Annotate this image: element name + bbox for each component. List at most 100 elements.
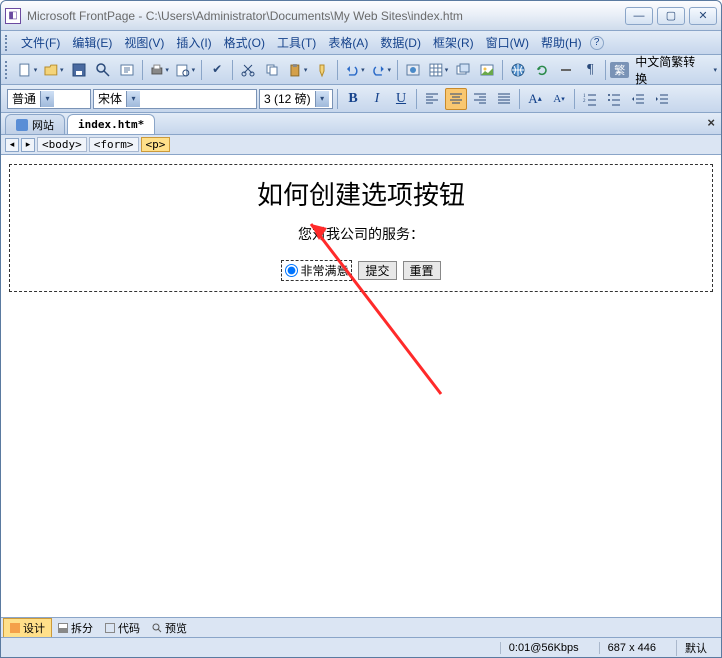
align-right-button[interactable] <box>469 88 491 110</box>
undo-button[interactable]: ▾ <box>342 59 366 81</box>
lang-toggle-button[interactable]: 中文简繁转换 <box>631 51 710 89</box>
numbered-list-button[interactable]: 12 <box>579 88 601 110</box>
radio-label: 非常满意 <box>300 262 348 279</box>
menu-insert[interactable]: 插入(I) <box>170 32 217 53</box>
web-component-button[interactable] <box>402 59 424 81</box>
style-value: 普通 <box>12 90 36 107</box>
separator <box>519 89 520 109</box>
tag-prev-button[interactable]: ◂ <box>5 138 19 152</box>
separator <box>142 60 143 80</box>
standard-toolbar: ▾ ▾ ▾ ▾ ✔ ▾ ▾ ▾ ▾ ¶ 繁 中文简繁转换▾ <box>1 55 721 85</box>
layer-button[interactable] <box>452 59 474 81</box>
separator <box>502 60 503 80</box>
view-code[interactable]: 代码 <box>99 619 146 637</box>
new-button[interactable]: ▾ <box>15 59 39 81</box>
preview-button[interactable]: ▾ <box>173 59 197 81</box>
tab-file[interactable]: index.htm* <box>67 114 155 134</box>
website-icon <box>16 119 28 131</box>
split-icon <box>58 623 68 633</box>
radio-input[interactable] <box>285 264 298 277</box>
increase-font-button[interactable]: A▴ <box>524 88 546 110</box>
show-all-button[interactable]: ¶ <box>579 59 601 81</box>
menu-data[interactable]: 数据(D) <box>374 32 427 53</box>
copy-button[interactable] <box>261 59 283 81</box>
view-preview[interactable]: 预览 <box>146 619 193 637</box>
stop-button[interactable] <box>555 59 577 81</box>
open-button[interactable]: ▾ <box>41 59 65 81</box>
menu-format[interactable]: 格式(O) <box>218 32 271 53</box>
svg-text:2: 2 <box>583 99 586 104</box>
titlebar: ◧ Microsoft FrontPage - C:\Users\Adminis… <box>1 1 721 31</box>
size-combo[interactable]: 3 (12 磅)▾ <box>259 89 333 109</box>
separator <box>201 60 202 80</box>
menu-view[interactable]: 视图(V) <box>118 32 170 53</box>
minimize-button[interactable]: — <box>625 7 653 25</box>
tab-close-button[interactable]: × <box>707 115 715 130</box>
statusbar: 0:01@56Kbps 687 x 446 默认 <box>1 637 721 657</box>
design-icon <box>10 623 20 633</box>
publish-button[interactable] <box>116 59 138 81</box>
table-button[interactable]: ▾ <box>426 59 450 81</box>
menubar-grip[interactable] <box>5 35 11 51</box>
hyperlink-button[interactable] <box>507 59 529 81</box>
submit-button[interactable]: 提交 <box>358 261 396 280</box>
page-heading[interactable]: 如何创建选项按钮 <box>20 175 702 212</box>
separator <box>416 89 417 109</box>
tag-form[interactable]: <form> <box>89 137 139 152</box>
reset-button[interactable]: 重置 <box>403 261 441 280</box>
preview-icon <box>152 623 162 633</box>
separator <box>337 60 338 80</box>
align-center-button[interactable] <box>445 88 467 110</box>
menu-help[interactable]: 帮助(H) <box>535 32 588 53</box>
image-button[interactable] <box>476 59 498 81</box>
italic-button[interactable]: I <box>366 88 388 110</box>
cut-button[interactable] <box>237 59 259 81</box>
toolbar-grip[interactable] <box>5 61 11 79</box>
font-combo[interactable]: 宋体▾ <box>93 89 257 109</box>
save-button[interactable] <box>68 59 90 81</box>
refresh-button[interactable] <box>531 59 553 81</box>
separator <box>574 89 575 109</box>
align-justify-button[interactable] <box>493 88 515 110</box>
form-container[interactable]: 如何创建选项按钮 您对我公司的服务： 非常满意 提交 重置 <box>9 164 713 292</box>
tab-website[interactable]: 网站 <box>5 114 65 134</box>
align-left-button[interactable] <box>421 88 443 110</box>
help-icon[interactable]: ? <box>590 36 604 50</box>
code-icon <box>105 623 115 633</box>
edit-area[interactable]: 如何创建选项按钮 您对我公司的服务： 非常满意 提交 重置 <box>1 155 721 617</box>
find-button[interactable] <box>92 59 114 81</box>
style-combo[interactable]: 普通▾ <box>7 89 91 109</box>
decrease-indent-button[interactable] <box>627 88 649 110</box>
bulleted-list-button[interactable] <box>603 88 625 110</box>
menu-file[interactable]: 文件(F) <box>15 32 66 53</box>
app-icon: ◧ <box>5 8 21 24</box>
status-dimensions: 687 x 446 <box>599 642 664 654</box>
bold-button[interactable]: B <box>342 88 364 110</box>
paste-button[interactable]: ▾ <box>285 59 309 81</box>
menu-tools[interactable]: 工具(T) <box>271 32 322 53</box>
tag-p[interactable]: <p> <box>141 137 171 152</box>
tag-next-button[interactable]: ▸ <box>21 138 35 152</box>
menu-table[interactable]: 表格(A) <box>322 32 374 53</box>
decrease-font-button[interactable]: A▾ <box>548 88 570 110</box>
print-button[interactable]: ▾ <box>147 59 171 81</box>
page-subheading[interactable]: 您对我公司的服务： <box>20 224 702 244</box>
formatting-toolbar: 普通▾ 宋体▾ 3 (12 磅)▾ B I U A▴ A▾ 12 <box>1 85 721 113</box>
maximize-button[interactable]: ▢ <box>657 7 685 25</box>
view-mode-bar: 设计 拆分 代码 预览 <box>1 617 721 637</box>
menu-edit[interactable]: 编辑(E) <box>66 32 118 53</box>
menu-frame[interactable]: 框架(R) <box>427 32 480 53</box>
size-value: 3 (12 磅) <box>264 90 311 107</box>
format-painter-button[interactable] <box>311 59 333 81</box>
view-split[interactable]: 拆分 <box>52 619 99 637</box>
underline-button[interactable]: U <box>390 88 412 110</box>
tag-body[interactable]: <body> <box>37 137 87 152</box>
menu-window[interactable]: 窗口(W) <box>480 32 535 53</box>
view-design[interactable]: 设计 <box>3 618 52 638</box>
menubar: 文件(F) 编辑(E) 视图(V) 插入(I) 格式(O) 工具(T) 表格(A… <box>1 31 721 55</box>
close-button[interactable]: ✕ <box>689 7 717 25</box>
radio-option[interactable]: 非常满意 <box>281 260 352 281</box>
increase-indent-button[interactable] <box>651 88 673 110</box>
redo-button[interactable]: ▾ <box>369 59 393 81</box>
spellcheck-button[interactable]: ✔ <box>206 59 228 81</box>
